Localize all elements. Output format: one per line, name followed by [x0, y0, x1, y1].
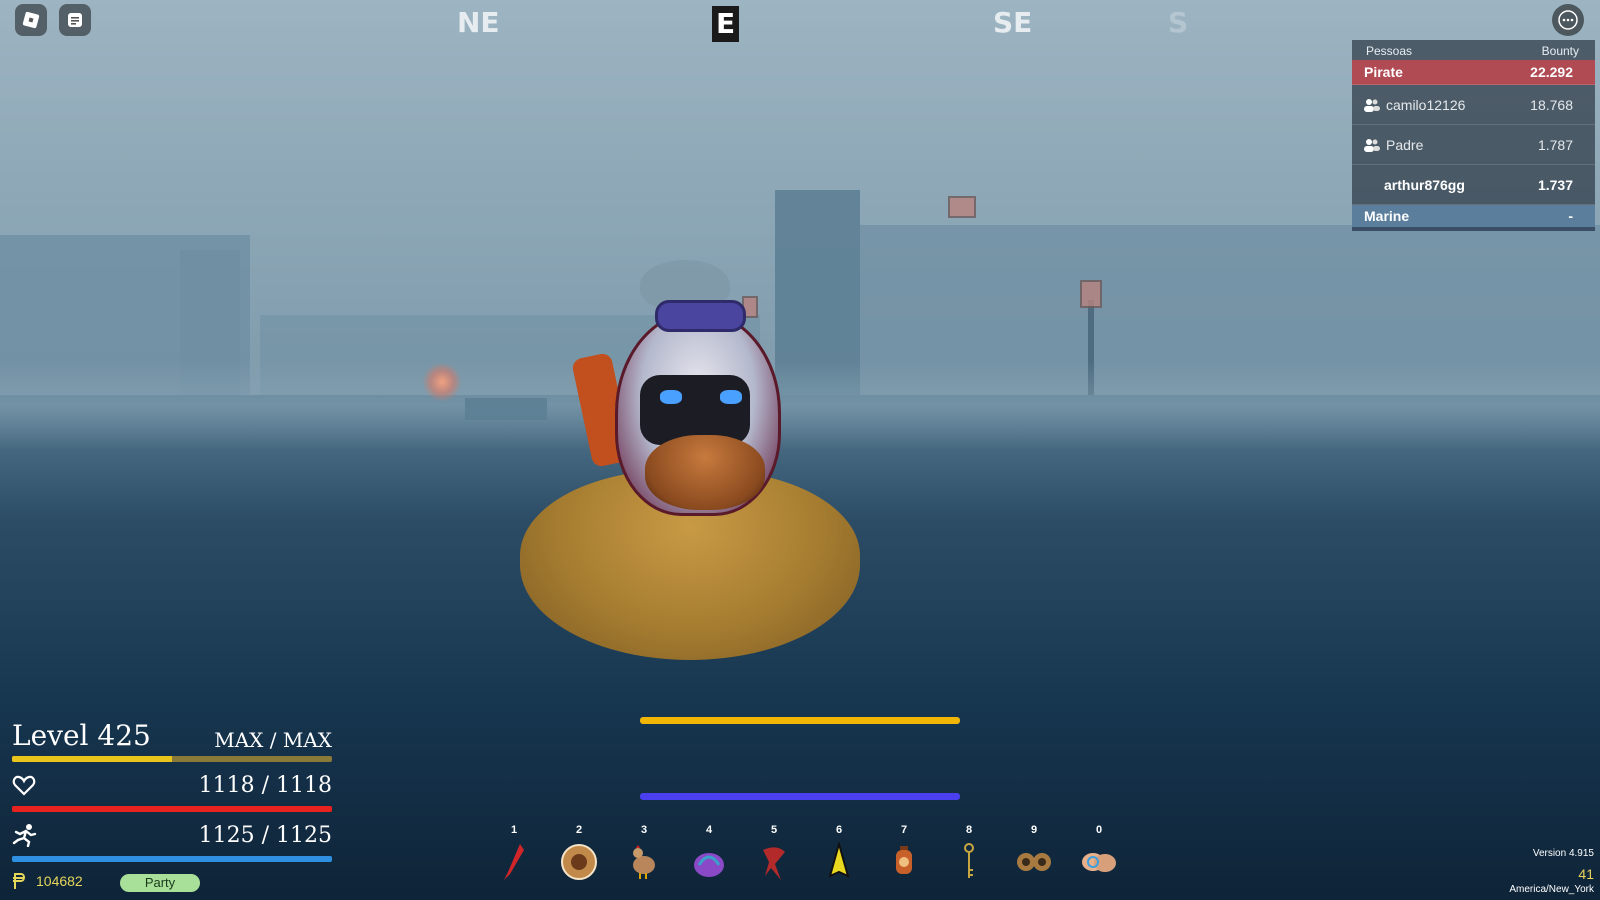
party-button[interactable]: Party [120, 874, 200, 892]
energy-value: 1125 / 1125 [198, 822, 332, 848]
hands-icon [1082, 853, 1116, 872]
exp-bar [12, 756, 332, 762]
beli-display: 104682 [12, 872, 83, 890]
slot-key: 1 [510, 824, 518, 836]
slot-key: 8 [965, 824, 973, 836]
player-stats-panel: Level 425 MAX / MAX 1118 / 1118 1125 / 1… [12, 718, 332, 862]
character-beak [645, 435, 765, 510]
running-icon [12, 824, 37, 847]
beli-currency-icon [13, 873, 25, 889]
slot-key: 7 [900, 824, 908, 836]
player-row[interactable]: Padre 1.787 [1352, 125, 1595, 165]
timezone-label: America/New_York [1509, 884, 1594, 895]
goggles-icon [1017, 853, 1051, 871]
stamina-bar [640, 717, 960, 724]
hotbar-slot-8[interactable]: 8 [945, 824, 993, 884]
compass-se: SE [993, 6, 1033, 39]
player-bounty: 1.737 [1537, 176, 1573, 193]
chicken-icon [633, 845, 655, 879]
slot-key: 2 [575, 824, 583, 836]
hotbar-slot-7[interactable]: 7 [880, 824, 928, 884]
lantern-icon [896, 846, 912, 874]
chat-icon [68, 13, 82, 27]
hotbar-slot-2[interactable]: 2 [555, 824, 603, 884]
hotbar-slot-9[interactable]: 9 [1010, 824, 1058, 884]
compass-heading: E [712, 6, 740, 42]
ability-bar [640, 793, 960, 800]
team-row-marine[interactable]: Marine - [1352, 205, 1595, 227]
slot-key: 9 [1030, 824, 1038, 836]
compass-ne: NE [457, 6, 500, 39]
health-value: 1118 / 1118 [198, 772, 332, 798]
friends-icon [1364, 138, 1380, 152]
hotbar-slot-6[interactable]: 6 [815, 824, 863, 884]
player-row[interactable]: camilo12126 18.768 [1352, 85, 1595, 125]
health-bar-fill [12, 806, 332, 812]
version-label: Version 4.915 [1532, 848, 1594, 859]
player-leaderboard: Pessoas Bounty Pirate 22.292 camilo12126… [1352, 40, 1595, 231]
compass-s: S [1168, 6, 1189, 39]
team-row-pirate[interactable]: Pirate 22.292 [1352, 60, 1595, 85]
hotbar-slot-1[interactable]: 1 [490, 824, 538, 884]
column-bounty: Bounty [1541, 44, 1579, 58]
leaderboard-header: Pessoas Bounty [1352, 40, 1595, 60]
slot-key: 3 [640, 824, 648, 836]
level-label: Level 425 [12, 719, 151, 752]
energy-bar-fill [12, 856, 332, 862]
tower-lamp [948, 196, 976, 218]
ellipsis-icon [1558, 10, 1578, 30]
team-name: Pirate [1364, 64, 1403, 80]
chat-button[interactable] [59, 4, 91, 36]
slot-key: 5 [770, 824, 778, 836]
character-goggles [655, 300, 746, 332]
leaderboard-footer [1352, 227, 1595, 231]
hotbar-slot-4[interactable]: 4 [685, 824, 733, 884]
friends-icon [1364, 98, 1380, 112]
hotbar: 1 2 3 4 5 6 7 8 9 0 [490, 824, 1123, 884]
player-bounty: 18.768 [1530, 96, 1573, 113]
health-bar [12, 806, 332, 812]
player-bounty: 1.787 [1537, 136, 1573, 153]
hotbar-slot-0[interactable]: 0 [1075, 824, 1123, 884]
roblox-menu-button[interactable] [15, 4, 47, 36]
hotbar-slot-3[interactable]: 3 [620, 824, 668, 884]
roblox-logo-icon [22, 11, 40, 29]
player-name: arthur876gg [1384, 176, 1465, 193]
heart-icon [12, 775, 36, 796]
team-bounty: 22.292 [1530, 64, 1573, 80]
hotbar-slot-5[interactable]: 5 [750, 824, 798, 884]
purple-fruit-icon [694, 853, 724, 877]
red-whip-icon [763, 847, 785, 880]
player-character[interactable] [520, 300, 860, 660]
player-name: Padre [1386, 136, 1424, 153]
gold-key-icon [964, 843, 974, 878]
exp-label: MAX / MAX [214, 728, 332, 752]
team-bounty: - [1568, 208, 1573, 224]
column-players: Pessoas [1366, 44, 1413, 58]
beli-amount: 104682 [36, 873, 83, 889]
fighter-portrait-icon [561, 844, 597, 880]
character-left-eye [660, 390, 682, 404]
fire-effect [422, 362, 462, 402]
player-name: camilo12126 [1386, 96, 1466, 113]
character-right-eye [720, 390, 742, 404]
player-row-self[interactable]: arthur876gg 1.737 [1352, 165, 1595, 205]
slot-key: 0 [1095, 824, 1103, 836]
energy-bar [12, 856, 332, 862]
fps-counter: 41 [1578, 866, 1594, 882]
team-name: Marine [1364, 208, 1410, 224]
red-blade-icon [504, 844, 524, 880]
exp-bar-fill [12, 756, 172, 762]
street-lamp [1080, 280, 1102, 308]
slot-key: 6 [835, 824, 843, 836]
yellow-flame-icon [828, 842, 850, 878]
slot-key: 4 [705, 824, 713, 836]
more-options-button[interactable] [1552, 4, 1584, 36]
